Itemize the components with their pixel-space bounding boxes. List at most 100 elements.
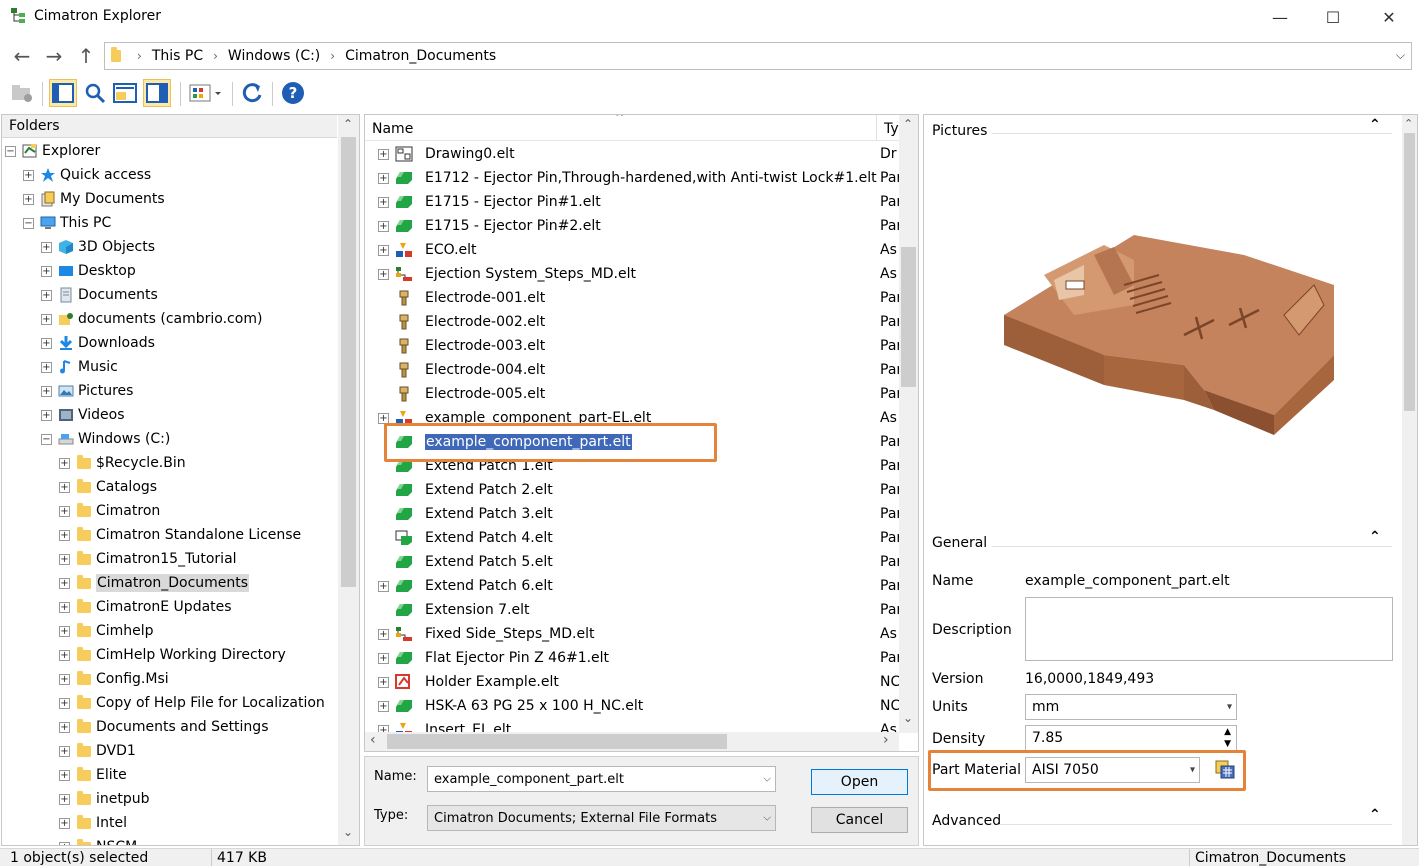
files-scrollbar-horizontal[interactable]: ‹ › [365,732,899,751]
caret-down-icon[interactable]: ▾ [1227,702,1232,713]
tree-item[interactable]: + Config.Msi [59,667,169,691]
expand-icon[interactable]: + [59,457,70,469]
tree-item[interactable]: + Music [41,355,118,379]
expand-icon[interactable]: + [378,412,389,424]
expand-icon[interactable]: + [59,481,70,493]
close-button[interactable]: ✕ [1366,0,1412,34]
cancel-button[interactable]: Cancel [811,807,908,833]
file-row[interactable]: + Flat Ejector Pin Z 46#1.elt Par [365,646,899,670]
expand-icon[interactable]: + [59,529,70,541]
files-scrollbar-vertical[interactable]: ⌃ ⌄ [899,115,918,733]
expand-icon[interactable]: + [59,793,70,805]
collapse-icon[interactable]: − [5,145,16,157]
chevron-down-icon[interactable]: ⌵ [763,813,771,824]
tree-item[interactable]: + CimHelp Working Directory [59,643,286,667]
file-row[interactable]: Extend Patch 2.elt Par [365,478,899,502]
expand-icon[interactable]: + [378,676,389,688]
expand-icon[interactable]: + [41,241,52,253]
tree-item[interactable]: + inetpub [59,787,150,811]
scroll-thumb[interactable] [1404,133,1415,411]
collapse-general-icon[interactable]: ⌃ [1369,529,1381,545]
expand-icon[interactable]: + [59,601,70,613]
folders-scrollbar[interactable]: ⌃ ⌄ [338,115,359,845]
scroll-up-icon[interactable]: ⌃ [1404,117,1413,130]
expand-icon[interactable]: + [59,505,70,517]
stepper-up-icon[interactable]: ▲ [1224,727,1231,737]
file-row[interactable]: Extend Patch 4.elt Par [365,526,899,550]
expand-icon[interactable]: + [378,172,389,184]
tree-item[interactable]: + Copy of Help File for Localization [59,691,325,715]
new-folder-icon[interactable] [8,79,36,107]
expand-icon[interactable]: + [378,628,389,640]
file-row[interactable]: Extend Patch 3.elt Par [365,502,899,526]
file-row[interactable]: Extension 7.elt Par [365,598,899,622]
expand-icon[interactable]: + [59,721,70,733]
help-icon[interactable]: ? [279,79,307,107]
tree-item[interactable]: + Intel [59,811,127,835]
tree-item[interactable]: + CimatronE Updates [59,595,232,619]
column-header-name[interactable]: Name [372,121,413,137]
expand-icon[interactable]: + [59,841,70,845]
preview-icon[interactable] [111,79,139,107]
column-header-type[interactable]: Ty [884,121,899,137]
file-row[interactable]: Electrode-004.elt Par [365,358,899,382]
expand-icon[interactable]: + [59,625,70,637]
expand-icon[interactable]: + [59,769,70,781]
collapse-pictures-icon[interactable]: ⌃ [1369,117,1381,133]
breadcrumb-this-pc[interactable]: This PC [152,48,203,64]
expand-icon[interactable]: + [41,385,52,397]
expand-icon[interactable]: + [378,148,389,160]
tree-item[interactable]: + Desktop [41,259,136,283]
file-row[interactable]: + Fixed Side_Steps_MD.elt As [365,622,899,646]
description-field[interactable] [1025,597,1393,661]
address-bar[interactable]: › This PC › Windows (C:) › Cimatron_Docu… [104,42,1412,70]
file-row[interactable]: + E1715 - Ejector Pin#2.elt Par [365,214,899,238]
forward-arrow-icon[interactable]: → [41,44,67,68]
name-field[interactable]: example_component_part.elt ⌵ [427,766,776,792]
collapse-advanced-icon[interactable]: ⌃ [1369,807,1381,823]
expand-icon[interactable]: + [378,580,389,592]
tree-item[interactable]: + Cimatron_Documents [59,571,250,595]
expand-icon[interactable]: + [378,268,389,280]
properties-scrollbar[interactable]: ⌃ [1402,115,1417,845]
file-row[interactable]: + Drawing0.elt Dr [365,142,899,166]
scroll-down-icon[interactable]: ⌄ [343,825,353,839]
file-row[interactable]: + Holder Example.elt NC [365,670,899,694]
tree-item[interactable]: + Pictures [41,379,133,403]
expand-icon[interactable]: + [23,169,34,181]
expand-icon[interactable]: + [41,313,52,325]
tree-item[interactable]: + Videos [41,403,125,427]
scroll-thumb[interactable] [901,247,916,387]
expand-icon[interactable]: + [59,553,70,565]
tree-item[interactable]: + Elite [59,763,127,787]
expand-icon[interactable]: + [59,577,70,589]
breadcrumb-cimatron-documents[interactable]: Cimatron_Documents [345,48,496,64]
file-row[interactable]: + Insert_EL.elt As [365,718,899,732]
refresh-icon[interactable] [238,79,266,107]
file-row[interactable]: + HSK-A 63 PG 25 x 100 H_NC.elt NC [365,694,899,718]
expand-icon[interactable]: + [59,817,70,829]
collapse-icon[interactable]: − [41,433,52,445]
scroll-right-icon[interactable]: › [883,732,889,748]
tree-item[interactable]: + Cimatron Standalone License [59,523,301,547]
tree-item[interactable]: − Explorer [5,139,100,163]
tree-item[interactable]: + NSCM [59,835,137,845]
units-select[interactable]: mm ▾ [1025,694,1237,720]
expand-icon[interactable]: + [41,409,52,421]
tree-item[interactable]: − This PC [23,211,111,235]
material-library-icon[interactable] [1214,759,1236,781]
file-row[interactable]: Extend Patch 5.elt Par [365,550,899,574]
tree-item[interactable]: +3D Objects [41,235,155,259]
tree-item[interactable]: + $Recycle.Bin [59,451,186,475]
tree-item[interactable]: + Cimatron [59,499,160,523]
file-row[interactable]: + E1712 - Ejector Pin,Through-hardened,wi… [365,166,899,190]
breadcrumb-windows-c[interactable]: Windows (C:) [228,48,320,64]
part-material-select[interactable]: AISI 7050 ▾ [1025,757,1200,783]
properties-pane-toggle-icon[interactable] [143,79,171,107]
caret-down-icon[interactable]: ▾ [1190,765,1195,776]
expand-icon[interactable]: + [59,649,70,661]
tree-item[interactable]: + My Documents [23,187,165,211]
tree-item[interactable]: + Documents [41,283,158,307]
file-row[interactable]: Electrode-005.elt Par [365,382,899,406]
tree-item[interactable]: + Documents and Settings [59,715,268,739]
